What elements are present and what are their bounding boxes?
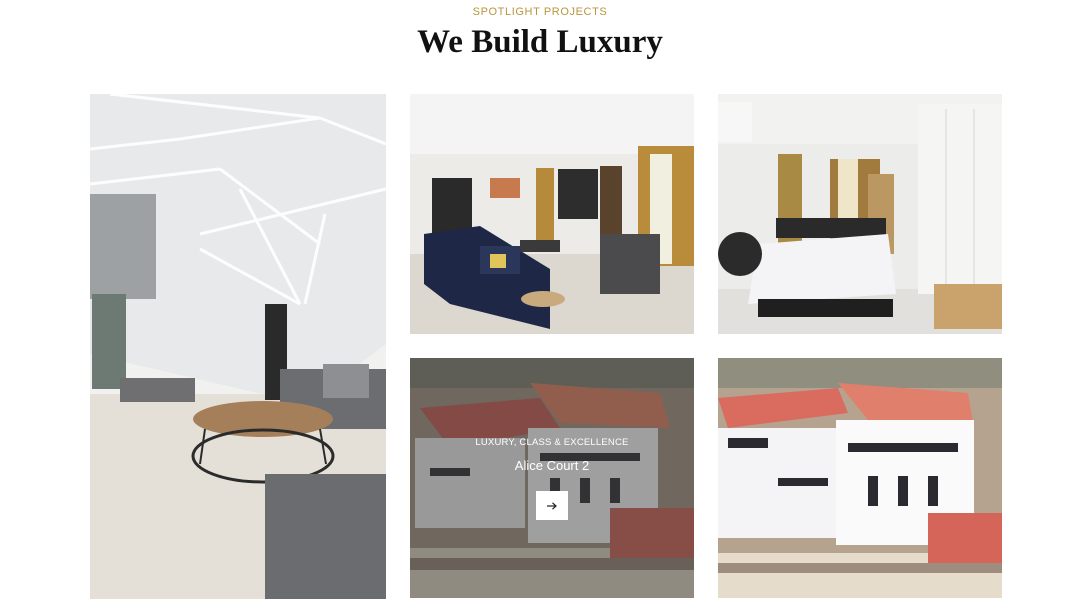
project-tile-bedroom[interactable] — [718, 94, 1002, 334]
project-tagline: LUXURY, CLASS & EXCELLENCE — [475, 437, 629, 448]
project-hover-overlay — [410, 358, 694, 598]
project-name[interactable]: Alice Court 2 — [410, 458, 694, 473]
living-room-sofa-tv-image — [410, 94, 694, 334]
project-tile-apartment[interactable] — [718, 358, 1002, 598]
section-title: We Build Luxury — [417, 24, 663, 60]
project-view-button[interactable] — [536, 491, 568, 520]
project-tile-living-room-sofa[interactable] — [410, 94, 694, 334]
bedroom-wardrobe-image — [718, 94, 1002, 334]
arrow-right-icon — [547, 501, 557, 510]
living-room-ceiling-lights-image — [90, 94, 386, 599]
project-tile-living-room[interactable] — [90, 94, 386, 599]
project-tile-alice-court-2[interactable]: LUXURY, CLASS & EXCELLENCE Alice Court 2 — [410, 358, 694, 598]
apartment-aerial-image — [718, 358, 1002, 598]
section-eyebrow: SPOTLIGHT PROJECTS — [472, 6, 608, 18]
